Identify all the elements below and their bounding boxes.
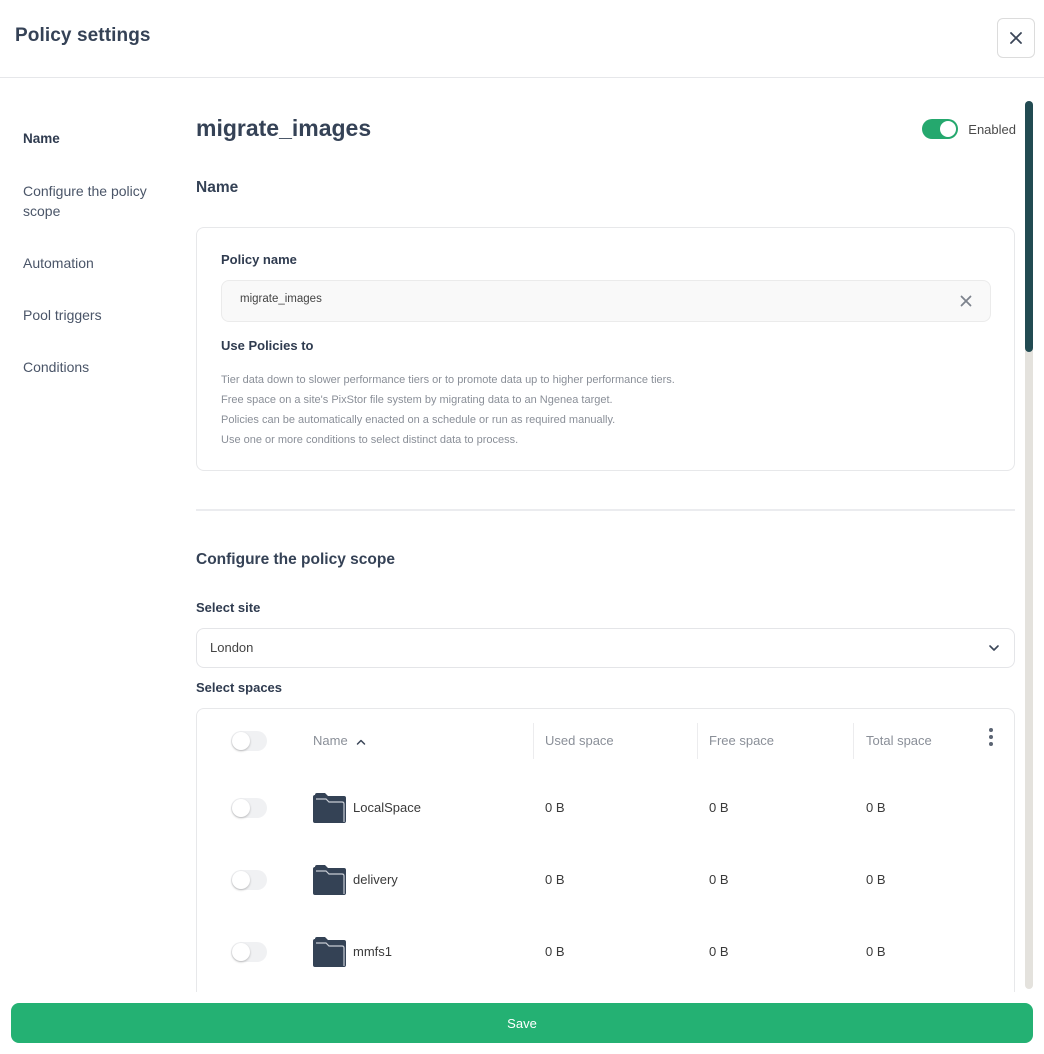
space-name: mmfs1 xyxy=(353,944,392,959)
table-row[interactable]: LocalSpace 0 B 0 B 0 B xyxy=(197,779,1014,839)
select-spaces-label: Select spaces xyxy=(196,680,283,695)
description-line: Use one or more conditions to select dis… xyxy=(221,434,519,446)
folder-icon xyxy=(313,865,346,895)
free-space-value: 0 B xyxy=(709,800,729,815)
policy-name-field xyxy=(221,280,991,322)
enabled-label: Enabled xyxy=(968,121,1016,137)
space-name: LocalSpace xyxy=(353,800,421,815)
sort-ascending-icon[interactable] xyxy=(356,737,366,747)
toggle-knob xyxy=(232,732,250,750)
close-icon xyxy=(1010,32,1022,44)
enabled-control: Enabled xyxy=(922,119,1016,139)
scope-section-heading: Configure the policy scope xyxy=(196,551,395,568)
column-separator xyxy=(853,723,854,759)
total-space-value: 0 B xyxy=(866,800,886,815)
use-policies-description: Tier data down to slower performance tie… xyxy=(221,370,675,450)
dialog-title: Policy settings xyxy=(15,25,151,46)
column-header-name-label: Name xyxy=(313,733,348,748)
select-site-label: Select site xyxy=(196,600,261,615)
description-line: Free space on a site's PixStor file syst… xyxy=(221,394,613,406)
row-select-toggle[interactable] xyxy=(231,798,267,818)
row-select-toggle[interactable] xyxy=(231,942,267,962)
nav-item-automation[interactable]: Automation xyxy=(23,253,173,273)
column-header-used-space[interactable]: Used space xyxy=(545,733,614,748)
nav-item-configure-scope[interactable]: Configure the policy scope xyxy=(23,181,173,221)
table-row[interactable]: delivery 0 B 0 B 0 B xyxy=(197,851,1014,911)
use-policies-heading: Use Policies to xyxy=(221,338,314,353)
policy-title: migrate_images xyxy=(196,115,372,141)
section-divider xyxy=(196,509,1015,511)
description-line: Tier data down to slower performance tie… xyxy=(221,374,675,386)
row-select-toggle[interactable] xyxy=(231,870,267,890)
description-line: Policies can be automatically enacted on… xyxy=(221,414,616,426)
table-row[interactable]: mmfs1 0 B 0 B 0 B xyxy=(197,923,1014,983)
column-header-total-space[interactable]: Total space xyxy=(866,733,932,748)
select-all-toggle[interactable] xyxy=(231,731,267,751)
spaces-table: Name Used space Free space Total space L… xyxy=(196,708,1015,992)
content-scrollbar[interactable] xyxy=(1025,101,1033,989)
close-button[interactable] xyxy=(997,18,1035,58)
used-space-value: 0 B xyxy=(545,872,565,887)
toggle-knob xyxy=(232,943,250,961)
column-header-name[interactable]: Name xyxy=(313,733,366,748)
policy-name-input[interactable] xyxy=(240,293,940,305)
column-separator xyxy=(697,723,698,759)
free-space-value: 0 B xyxy=(709,944,729,959)
clear-icon[interactable] xyxy=(960,295,972,307)
folder-icon xyxy=(313,793,346,823)
more-options-icon[interactable] xyxy=(987,727,995,747)
space-name: delivery xyxy=(353,872,398,887)
used-space-value: 0 B xyxy=(545,944,565,959)
used-space-value: 0 B xyxy=(545,800,565,815)
settings-content: migrate_images Enabled Name Policy name … xyxy=(196,79,1016,992)
folder-icon xyxy=(313,937,346,967)
nav-item-name[interactable]: Name xyxy=(23,129,173,149)
policy-name-label: Policy name xyxy=(221,252,297,267)
name-card: Policy name Use Policies to Tier data do… xyxy=(196,227,1015,471)
name-section-heading: Name xyxy=(196,179,239,196)
column-separator xyxy=(533,723,534,759)
free-space-value: 0 B xyxy=(709,872,729,887)
toggle-knob xyxy=(232,799,250,817)
dialog-header: Policy settings xyxy=(0,0,1044,78)
nav-item-pool-triggers[interactable]: Pool triggers xyxy=(23,305,173,325)
nav-item-conditions[interactable]: Conditions xyxy=(23,357,173,377)
chevron-down-icon xyxy=(989,645,999,651)
site-select-value: London xyxy=(210,640,254,655)
site-select[interactable]: London xyxy=(196,628,1015,668)
total-space-value: 0 B xyxy=(866,872,886,887)
column-header-free-space[interactable]: Free space xyxy=(709,733,774,748)
save-button[interactable]: Save xyxy=(11,1003,1033,1043)
total-space-value: 0 B xyxy=(866,944,886,959)
toggle-knob xyxy=(940,121,957,137)
enabled-toggle[interactable] xyxy=(922,119,959,139)
toggle-knob xyxy=(232,871,250,889)
scrollbar-thumb[interactable] xyxy=(1025,101,1033,352)
